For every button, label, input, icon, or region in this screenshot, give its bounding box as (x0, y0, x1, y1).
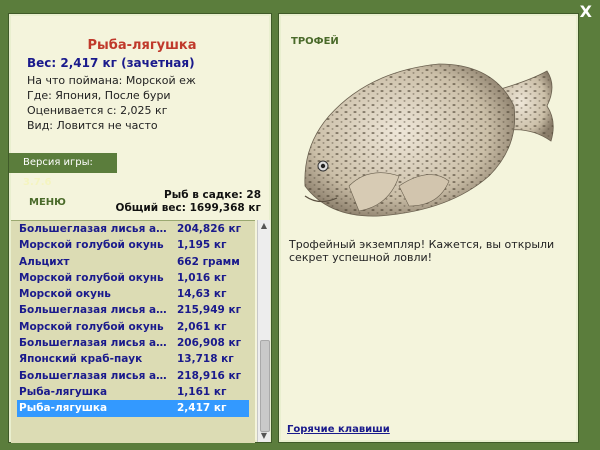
catch-list-row[interactable]: Большеглазая лисья акула 218,916 кг (11, 368, 255, 384)
catch-row-name: Рыба-лягушка (19, 402, 108, 415)
catch-list-scrollbar[interactable]: ▲ ▼ (257, 220, 270, 442)
catch-row-weight: 2,417 кг (177, 402, 227, 415)
catch-row-name: Альцихт (19, 255, 70, 268)
catch-row-weight: 204,826 кг (177, 223, 242, 235)
valued-info: Оценивается с: 2,025 кг (27, 104, 168, 117)
catch-list-row[interactable]: Рыба-лягушка 1,161 кг (11, 384, 255, 400)
hotkeys-link[interactable]: Горячие клавиши (287, 424, 390, 435)
total-weight: Общий вес: 1699,368 кг (115, 202, 261, 214)
catch-row-name: Морской голубой окунь (19, 271, 164, 284)
fish-weight: Вес: 2,417 кг (зачетная) (27, 56, 195, 70)
version-badge: Версия игры: 3.7.6 (9, 153, 117, 188)
catch-row-name: Японский краб-паук (19, 353, 143, 366)
fish-count: Рыб в садке: 28 (164, 189, 261, 201)
version-value: 3.7.6 (23, 177, 52, 188)
catch-list-row[interactable]: Большеглазая лисья акула 206,908 кг (11, 335, 255, 351)
catch-row-weight: 13,718 кг (177, 353, 234, 366)
catch-list-row[interactable]: Рыба-лягушка 2,417 кг (17, 400, 249, 417)
catch-row-name: Большеглазая лисья акула (19, 369, 169, 382)
catch-list-row[interactable]: Японский краб-паук 13,718 кг (11, 351, 255, 367)
catch-row-weight: 2,061 кг (177, 320, 227, 333)
catch-list-row[interactable]: Морской голубой окунь 1,016 кг (11, 270, 255, 286)
catch-row-weight: 1,161 кг (177, 385, 227, 398)
catch-list-row[interactable]: Большеглазая лисья акула 204,826 кг (11, 221, 255, 237)
scroll-down-arrow-icon[interactable]: ▼ (258, 430, 270, 442)
catch-list-row[interactable]: Альцихт 662 грамм (11, 254, 255, 270)
catch-row-weight: 14,63 кг (177, 288, 227, 301)
scroll-up-arrow-icon[interactable]: ▲ (258, 220, 270, 232)
version-label: Версия игры: (23, 157, 93, 168)
catch-list-row[interactable]: Морской голубой окунь 2,061 кг (11, 319, 255, 335)
catch-row-weight: 215,949 кг (177, 304, 242, 317)
menu-button[interactable]: МЕНЮ (29, 197, 66, 208)
catch-row-weight: 1,195 кг (177, 239, 227, 252)
location-info: Где: Япония, После бури (27, 89, 171, 102)
catch-row-name: Большеглазая лисья акула (19, 223, 169, 235)
catch-list-row[interactable]: Морской голубой окунь 1,195 кг (11, 237, 255, 253)
catch-list-row[interactable]: Большеглазая лисья акула 215,949 кг (11, 302, 255, 318)
catch-row-name: Морской голубой окунь (19, 239, 164, 252)
catch-list[interactable]: Большеглазая лисья акула 204,826 кг Морско… (11, 220, 255, 443)
keepnet-stats: Рыб в садке: 28 Общий вес: 1699,368 кг (116, 189, 261, 215)
catch-row-weight: 206,908 кг (177, 337, 242, 350)
scroll-thumb[interactable] (260, 340, 270, 432)
catch-row-name: Большеглазая лисья акула (19, 337, 169, 350)
bait-info: На что поймана: Морской еж (27, 74, 196, 87)
trophy-panel: ТРОФЕЙ Трофейный экземпляр! Кажется, вы … (278, 13, 579, 443)
catch-list-row[interactable]: Морской окунь 14,63 кг (11, 286, 255, 302)
catch-row-weight: 1,016 кг (177, 271, 227, 284)
catch-info-panel: Рыба-лягушка Вес: 2,417 кг (зачетная) На… (8, 13, 272, 443)
trophy-text: Трофейный экземпляр! Кажется, вы открыли… (289, 238, 555, 264)
catch-row-name: Морской окунь (19, 288, 111, 301)
catch-row-name: Большеглазая лисья акула (19, 304, 169, 317)
close-button[interactable]: X (580, 2, 592, 21)
frogfish-image (304, 63, 554, 217)
rarity-info: Вид: Ловится не часто (27, 119, 158, 132)
fish-title: Рыба-лягушка (87, 38, 197, 53)
catch-row-weight: 662 грамм (177, 255, 240, 268)
catch-row-name: Рыба-лягушка (19, 385, 108, 398)
catch-row-name: Морской голубой окунь (19, 320, 164, 333)
catch-row-weight: 218,916 кг (177, 369, 242, 382)
